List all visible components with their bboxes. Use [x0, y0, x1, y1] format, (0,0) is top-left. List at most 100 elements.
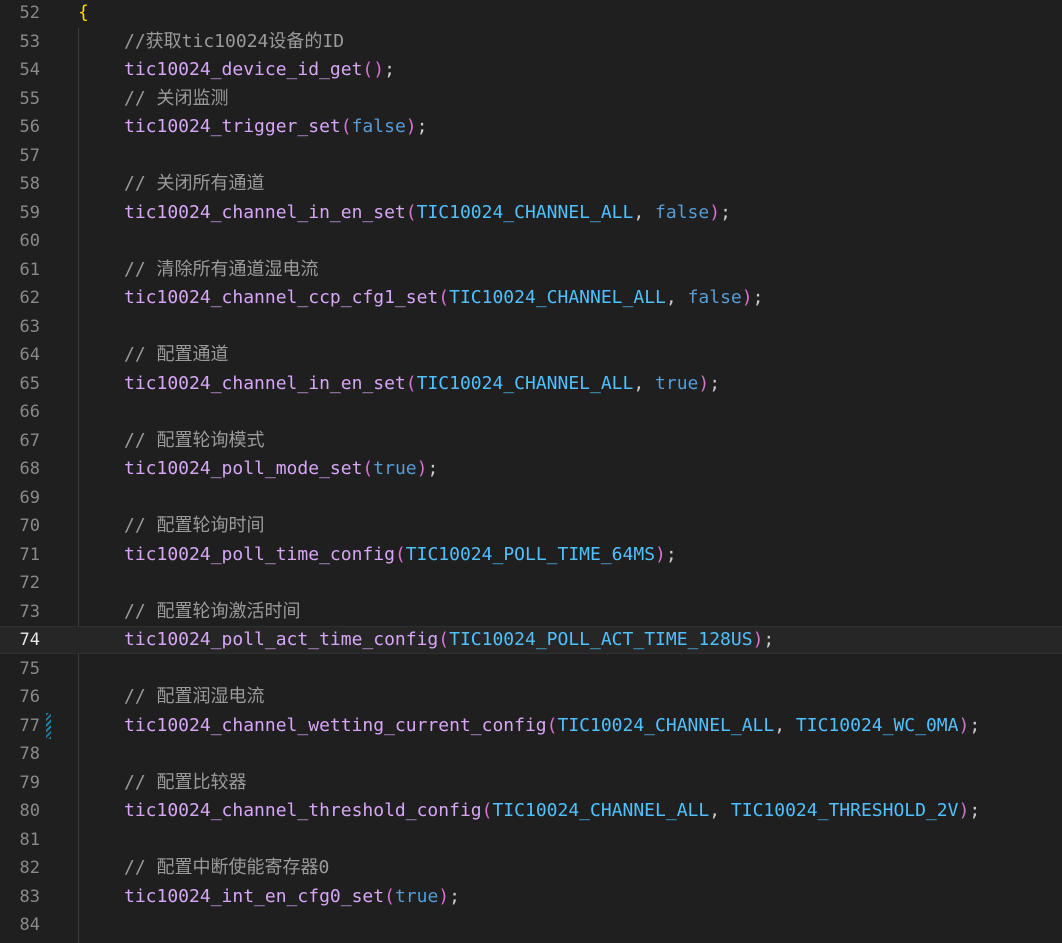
code-line[interactable]: 62 tic10024_channel_ccp_cfg1_set(TIC10024… — [0, 284, 1062, 312]
code-token: tic10024_device_id_get — [124, 59, 363, 80]
code-token: TIC10024_CHANNEL_ALL — [449, 287, 666, 308]
code-line[interactable]: 69 — [0, 484, 1062, 512]
code-text: // 配置轮询激活时间 — [78, 598, 301, 626]
code-line[interactable]: 82 // 配置中断使能寄存器0 — [0, 854, 1062, 882]
code-token: ( — [405, 372, 417, 394]
code-line[interactable]: 65 tic10024_channel_in_en_set(TIC10024_CH… — [0, 370, 1062, 398]
code-token: // 配置轮询模式 — [124, 429, 265, 451]
code-text: tic10024_poll_mode_set(true); — [78, 455, 438, 483]
code-line[interactable]: 81 — [0, 826, 1062, 854]
code-line[interactable]: 68 tic10024_poll_mode_set(true); — [0, 455, 1062, 483]
code-token: // 关闭监测 — [124, 87, 229, 109]
code-line[interactable]: 73 // 配置轮询激活时间 — [0, 598, 1062, 626]
code-line[interactable]: 64 // 配置通道 — [0, 341, 1062, 369]
code-token: tic10024_channel_threshold_config — [124, 800, 482, 821]
code-line[interactable]: 63 — [0, 313, 1062, 341]
code-line[interactable]: 79 // 配置比较器 — [0, 769, 1062, 797]
code-token: ( — [438, 287, 450, 308]
modified-line-marker[interactable] — [46, 712, 51, 739]
line-number: 77 — [19, 715, 40, 736]
code-token: tic10024_poll_act_time_config — [124, 629, 439, 650]
code-line[interactable]: 55 // 关闭监测 — [0, 85, 1062, 113]
code-line[interactable]: 76 // 配置润湿电流 — [0, 683, 1062, 711]
code-token: ( — [481, 800, 493, 821]
line-number: 61 — [19, 259, 40, 280]
code-token: ( — [546, 714, 558, 736]
code-line[interactable]: 84 — [0, 911, 1062, 939]
line-number: 72 — [19, 573, 40, 593]
code-text: tic10024_trigger_set(false); — [78, 113, 427, 141]
code-line[interactable]: 66 — [0, 398, 1062, 426]
code-line[interactable]: 52 { — [0, 0, 1062, 27]
code-line[interactable]: 74 tic10024_poll_act_time_config(TIC10024… — [0, 626, 1062, 654]
line-number: 74 — [19, 630, 40, 650]
code-line[interactable]: 72 — [0, 569, 1062, 597]
line-number: 57 — [19, 145, 40, 166]
code-line[interactable]: 56 tic10024_trigger_set(false); — [0, 113, 1062, 141]
code-token: TIC10024_WC_0MA — [795, 714, 959, 736]
code-token: tic10024_channel_wetting_current_config — [124, 714, 547, 736]
code-line[interactable]: 60 — [0, 227, 1062, 255]
code-line[interactable]: 61 // 清除所有通道湿电流 — [0, 256, 1062, 284]
line-number: 73 — [19, 601, 40, 622]
code-token: tic10024_poll_time_config — [124, 543, 395, 565]
code-text: //获取tic10024设备的ID — [78, 28, 344, 56]
code-token: ( — [340, 116, 352, 137]
code-line[interactable]: 77 tic10024_channel_wetting_current_confi… — [0, 712, 1062, 740]
code-line[interactable]: 70 // 配置轮询时间 — [0, 512, 1062, 540]
code-line[interactable]: 78 — [0, 740, 1062, 768]
code-line[interactable]: 80 tic10024_channel_threshold_config(TIC1… — [0, 797, 1062, 825]
code-token: TIC10024_THRESHOLD_2V — [730, 800, 959, 821]
code-token: TIC10024_CHANNEL_ALL — [492, 800, 710, 821]
line-number: 69 — [19, 487, 40, 508]
code-editor[interactable]: 52 {53 //获取tic10024设备的ID 54 tic10024_device_… — [0, 0, 1062, 943]
code-line[interactable]: 57 — [0, 142, 1062, 170]
code-line[interactable]: 54 tic10024_device_id_get(); — [0, 56, 1062, 84]
line-number: 84 — [19, 915, 40, 935]
line-number: 52 — [19, 3, 40, 23]
code-token: true — [394, 885, 439, 907]
code-text: // 配置轮询时间 — [78, 512, 265, 540]
code-line[interactable]: 53 //获取tic10024设备的ID — [0, 28, 1062, 56]
code-text: // 配置比较器 — [78, 769, 247, 797]
code-token: ; — [969, 714, 981, 736]
code-token: false — [655, 201, 710, 223]
code-line[interactable]: 67 // 配置轮询模式 — [0, 427, 1062, 455]
code-text: { — [78, 0, 89, 27]
code-token: ; — [449, 885, 460, 907]
code-token: ( — [405, 201, 417, 223]
code-text: tic10024_channel_wetting_current_config(… — [78, 712, 980, 740]
code-line[interactable]: 58 // 关闭所有通道 — [0, 170, 1062, 198]
code-token: ) — [416, 458, 428, 479]
code-token: TIC10024_POLL_ACT_TIME_128US — [449, 629, 753, 650]
code-text: // 配置中断使能寄存器0 — [78, 854, 329, 882]
line-number: 56 — [19, 117, 40, 137]
line-number: 53 — [19, 31, 40, 52]
code-token: ; — [709, 372, 721, 394]
code-token: , — [633, 201, 656, 223]
code-token: tic10024_poll_mode_set — [124, 458, 363, 479]
code-line[interactable]: 83 tic10024_int_en_cfg0_set(true); — [0, 883, 1062, 911]
code-token: ) — [741, 287, 753, 308]
line-number: 60 — [19, 231, 40, 251]
code-line[interactable]: 71 tic10024_poll_time_config(TIC10024_POL… — [0, 541, 1062, 569]
code-text: tic10024_poll_time_config(TIC10024_POLL_… — [78, 541, 677, 569]
code-line[interactable]: 59 tic10024_channel_in_en_set(TIC10024_CH… — [0, 199, 1062, 227]
code-line[interactable]: 75 — [0, 655, 1062, 683]
code-token: ( — [362, 458, 374, 479]
code-token: TIC10024_POLL_TIME_64MS — [405, 543, 656, 565]
code-token: ) — [709, 201, 721, 223]
line-number: 81 — [19, 829, 40, 850]
code-text: // 配置通道 — [78, 341, 229, 369]
code-token: ( — [438, 629, 450, 650]
code-token: ) — [438, 885, 450, 907]
code-token: , — [665, 287, 688, 308]
code-text: tic10024_int_en_cfg0_set(true); — [78, 883, 460, 911]
line-number: 55 — [19, 88, 40, 109]
